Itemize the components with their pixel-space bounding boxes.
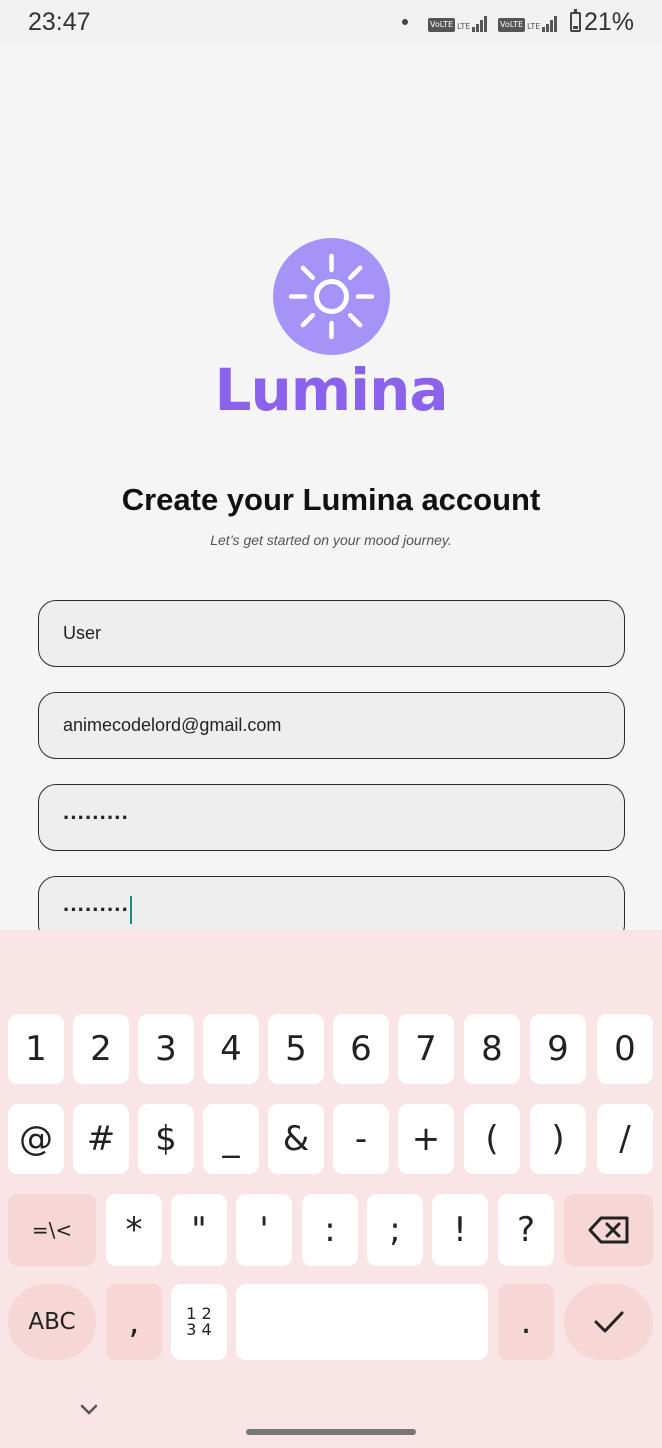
signal-sim2-icon: VoLTE LTE [498,12,558,32]
confirm-password-field-value: ········· [63,896,129,922]
key-double-quote[interactable]: " [171,1194,227,1266]
key-dollar[interactable]: $ [138,1104,194,1174]
password-field[interactable]: ········· [38,784,625,851]
brand-name: Lumina [214,356,449,424]
lte-label: LTE [457,22,471,31]
page-title: Create your Lumina account [121,482,541,517]
key-comma[interactable]: , [106,1284,162,1360]
key-at[interactable]: @ [8,1104,64,1174]
status-bar: 23:47 VoLTE LTE VoLTE LTE 21% [0,0,662,44]
key-3[interactable]: 3 [138,1014,194,1084]
battery-percent: 21% [584,8,635,36]
key-8[interactable]: 8 [464,1014,520,1084]
sun-icon [273,238,390,355]
status-time: 23:47 [28,8,91,36]
key-question[interactable]: ? [498,1194,554,1266]
key-9[interactable]: 9 [530,1014,586,1084]
backspace-key[interactable] [564,1194,653,1266]
name-field-value: User [63,623,102,643]
key-plus[interactable]: + [398,1104,454,1174]
navigation-handle[interactable] [246,1429,416,1435]
numpad-key[interactable]: 1 2 3 4 [171,1284,227,1360]
key-close-paren[interactable]: ) [530,1104,586,1174]
key-open-paren[interactable]: ( [464,1104,520,1174]
key-asterisk[interactable]: * [106,1194,162,1266]
backspace-icon [588,1216,628,1244]
space-key[interactable] [236,1284,488,1360]
key-ampersand[interactable]: & [268,1104,324,1174]
key-2[interactable]: 2 [73,1014,129,1084]
key-single-quote[interactable]: ' [236,1194,292,1266]
key-slash[interactable]: / [597,1104,653,1174]
key-colon[interactable]: : [302,1194,358,1266]
key-minus[interactable]: - [333,1104,389,1174]
volte-label: VoLTE [428,18,456,32]
key-1[interactable]: 1 [8,1014,64,1084]
numpad-key-bottom: 3 4 [186,1320,212,1339]
password-field-value: ········· [63,804,129,830]
email-field[interactable]: animecodelord@gmail.com [38,692,625,759]
volte-label: VoLTE [498,18,526,32]
more-symbols-key[interactable]: =\< [8,1194,96,1266]
key-7[interactable]: 7 [398,1014,454,1084]
chevron-down-icon[interactable] [78,1403,100,1417]
keyboard: 1 2 3 4 5 6 7 8 9 0 @ # $ _ & - + ( ) / … [0,930,662,1448]
email-field-value: animecodelord@gmail.com [63,715,282,735]
key-4[interactable]: 4 [203,1014,259,1084]
lte-label: LTE [527,22,541,31]
page-subtitle: Let’s get started on your mood journey. [210,532,452,548]
notification-dot-icon [402,19,408,25]
battery-level-fill [573,25,578,29]
key-hash[interactable]: # [73,1104,129,1174]
abc-key[interactable]: ABC [8,1284,96,1360]
key-0[interactable]: 0 [597,1014,653,1084]
signal-sim1-icon: VoLTE LTE [428,12,488,32]
battery-icon [570,9,581,32]
key-5[interactable]: 5 [268,1014,324,1084]
enter-key[interactable] [564,1284,653,1360]
key-exclamation[interactable]: ! [432,1194,488,1266]
key-underscore[interactable]: _ [203,1104,259,1174]
key-6[interactable]: 6 [333,1014,389,1084]
key-semicolon[interactable]: ; [367,1194,423,1266]
key-period[interactable]: . [498,1284,554,1360]
check-icon [594,1311,623,1333]
name-field[interactable]: User [38,600,625,667]
text-cursor [129,895,132,924]
